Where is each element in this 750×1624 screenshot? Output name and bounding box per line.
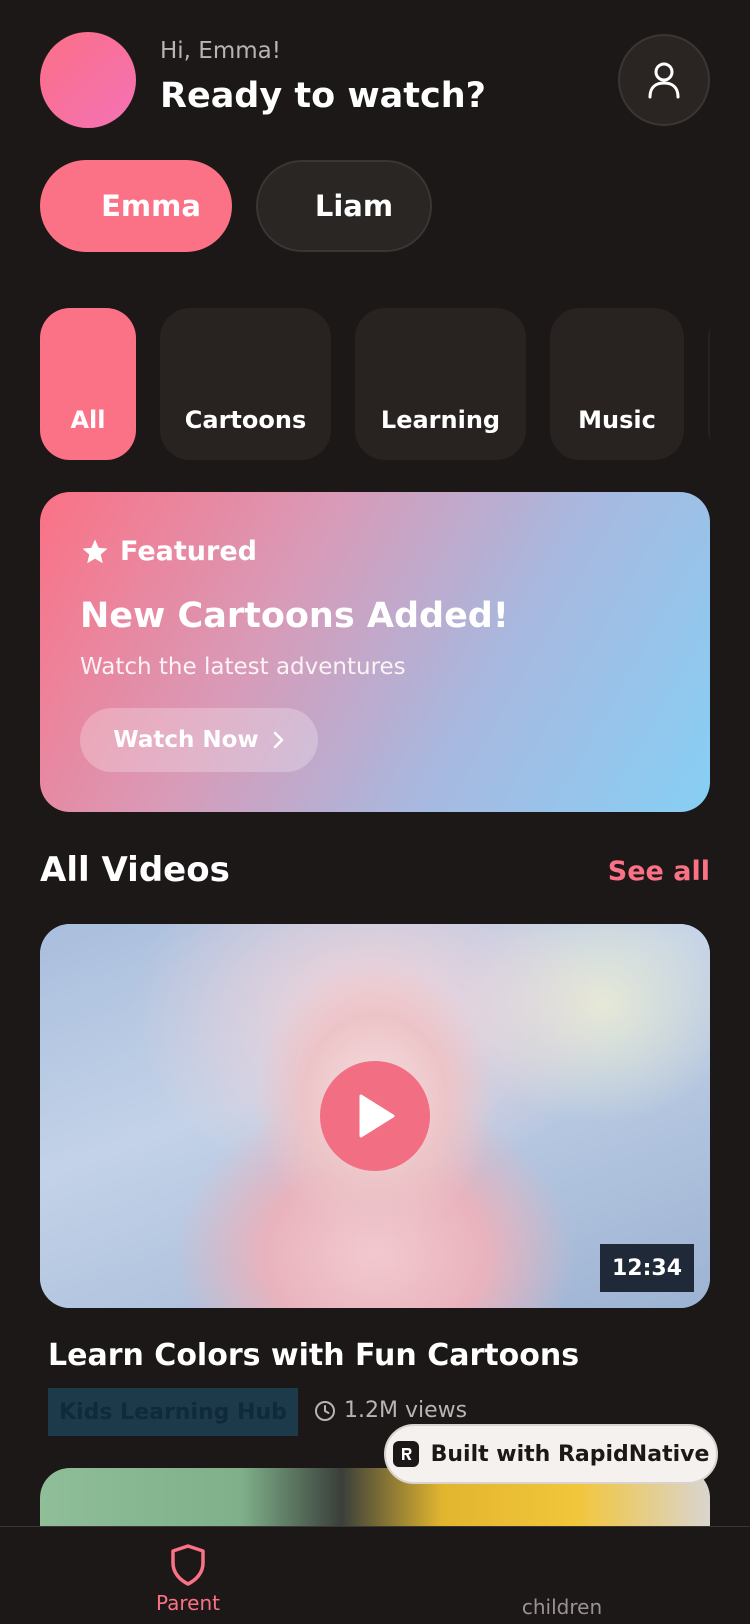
category-all[interactable]: All — [40, 308, 136, 460]
clock-icon — [315, 1400, 335, 1421]
chevron-right-icon — [273, 731, 283, 749]
category-more[interactable] — [708, 308, 710, 460]
featured-tag-label: Featured — [120, 536, 257, 567]
featured-subtitle: Watch the latest adventures — [80, 654, 406, 680]
video-card[interactable]: 12:34 — [40, 924, 710, 1308]
star-icon — [82, 539, 108, 563]
featured-banner[interactable]: Featured New Cartoons Added! Watch the l… — [40, 492, 710, 812]
kid-pill-liam[interactable]: Liam — [256, 160, 432, 252]
video-views: 1.2M views — [314, 1398, 467, 1423]
featured-tag: Featured — [80, 536, 257, 567]
rapidnative-logo-icon — [392, 1441, 419, 1467]
watch-now-label: Watch Now — [113, 727, 259, 753]
video-duration: 12:34 — [600, 1244, 694, 1292]
video-title[interactable]: Learn Colors with Fun Cartoons — [48, 1338, 579, 1373]
channel-badge[interactable]: Kids Learning Hub — [48, 1388, 298, 1436]
header: Hi, Emma! Ready to watch? — [40, 32, 710, 128]
section-title: All Videos — [40, 850, 230, 890]
play-icon — [359, 1094, 395, 1138]
play-button[interactable] — [320, 1061, 430, 1171]
page-title: Ready to watch? — [160, 76, 486, 116]
category-music[interactable]: Music — [550, 308, 684, 460]
watch-now-button[interactable]: Watch Now — [80, 708, 318, 772]
avatar[interactable] — [40, 32, 136, 128]
kid-pill-emma[interactable]: Emma — [40, 160, 232, 252]
shield-icon — [171, 1544, 205, 1586]
featured-title: New Cartoons Added! — [80, 596, 509, 636]
built-with-label: Built with RapidNative — [430, 1441, 710, 1467]
tab-children-label: children — [521, 1595, 603, 1619]
greeting-text: Hi, Emma! — [160, 38, 281, 64]
profile-button[interactable] — [618, 34, 710, 126]
tab-children[interactable]: children — [462, 1543, 662, 1619]
built-with-badge[interactable]: Built with RapidNative — [384, 1424, 718, 1484]
kid-selector: Emma Liam — [40, 160, 432, 252]
see-all-link[interactable]: See all — [608, 856, 710, 887]
tab-parent[interactable]: Parent — [88, 1543, 288, 1615]
category-list: All Cartoons Learning Music — [40, 308, 710, 460]
user-icon — [648, 62, 680, 99]
category-learning[interactable]: Learning — [355, 308, 526, 460]
category-cartoons[interactable]: Cartoons — [160, 308, 331, 460]
tab-parent-label: Parent — [155, 1591, 221, 1615]
bottom-tab-bar: Parent children — [0, 1526, 750, 1624]
views-count: 1.2M views — [344, 1398, 468, 1423]
